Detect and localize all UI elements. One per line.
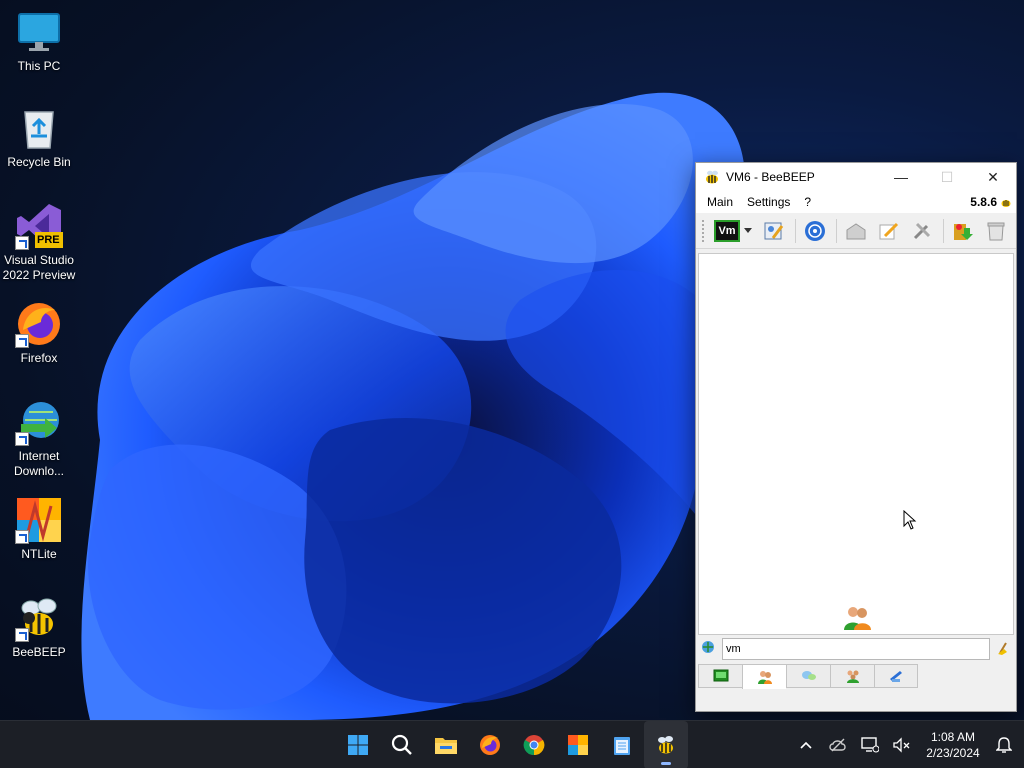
ntlite-icon[interactable] [556,721,600,768]
monitor-icon [15,8,63,56]
users-tab-icon[interactable] [742,664,786,689]
desktop-icon-beebeep[interactable]: BeeBEEP [2,594,76,660]
mouse-cursor-icon [903,510,917,530]
desktop-icon-visual-studio[interactable]: PRE Visual Studio 2022 Preview [2,202,76,283]
network-status-icon [700,639,716,659]
bottom-tab-bar [698,664,918,689]
desktop-icon-label: NTLite [21,547,57,561]
desktop-icon-internet-download-manager[interactable]: Internet Downlo... [2,398,76,479]
edit-profile-icon[interactable] [760,217,788,245]
taskbar-apps [336,721,688,768]
network-status-tray-icon[interactable] [854,737,886,753]
shares-tab-icon[interactable] [874,664,918,688]
desktop-icon-label: Recycle Bin [7,155,71,169]
shortcut-arrow-icon [15,432,29,446]
firefox-icon[interactable] [468,721,512,768]
clear-search-icon[interactable] [996,639,1012,659]
status-button[interactable]: Vm [714,219,740,242]
start-icon[interactable] [336,721,380,768]
onedrive-offline-icon[interactable] [822,738,854,752]
volume-muted-icon[interactable] [886,737,918,753]
desktop-icon-this-pc[interactable]: This PC [2,8,76,74]
close-button[interactable]: ✕ [970,163,1016,191]
groups-tab-icon[interactable] [830,664,874,688]
shortcut-arrow-icon [15,334,29,348]
clock-time: 1:08 AM [930,730,976,744]
search-row [696,637,1016,661]
version-text: 5.8.6 [970,195,997,209]
clock-date: 2/23/2024 [926,746,980,760]
chevron-up-icon[interactable] [790,741,822,749]
search-icon[interactable] [380,721,424,768]
minimize-button[interactable]: — [878,163,924,191]
notification-bell-icon[interactable] [988,736,1020,754]
network-icon[interactable] [801,217,829,245]
visual-studio-icon: PRE [15,202,63,250]
search-input[interactable] [722,638,990,660]
beebeep-icon[interactable] [644,721,688,768]
users-icon [842,605,872,635]
menu-settings[interactable]: Settings [740,195,797,209]
system-tray: 1:08 AM 2/23/2024 [790,721,1024,768]
desktop-icon-ntlite[interactable]: NTLite [2,496,76,562]
preview-badge: PRE [37,234,60,246]
window-titlebar[interactable]: VM6 - BeeBEEP — ☐ ✕ [696,163,1016,191]
desktop-icon-firefox[interactable]: Firefox [2,300,76,366]
chats-tab-icon[interactable] [786,664,830,688]
window-title: VM6 - BeeBEEP [726,170,815,184]
desktop-icon-label: BeeBEEP [12,645,66,659]
chevron-down-icon[interactable] [744,228,752,233]
tools-icon[interactable] [908,217,936,245]
beebeep-small-icon [1001,200,1011,207]
chrome-icon[interactable] [512,721,556,768]
screen-tab-icon[interactable] [698,664,742,688]
desktop-icon-label: Internet Downlo... [13,449,65,478]
firefox-icon [15,300,63,348]
file-explorer-icon[interactable] [424,721,468,768]
update-icon[interactable] [949,217,977,245]
version-label: 5.8.6 [970,195,1012,209]
desktop-icon-label: This PC [17,59,61,73]
internet-download-manager-icon [15,398,63,446]
message-icon[interactable] [842,217,870,245]
desktop-icon-label: Firefox [20,351,58,365]
main-toolbar: Vm [696,213,1016,249]
beebeep-app-icon [704,169,720,185]
taskbar-clock[interactable]: 1:08 AM 2/23/2024 [918,729,988,761]
menu-main[interactable]: Main [700,195,740,209]
desktop-icon-label: Visual Studio 2022 Preview [2,253,76,282]
beebeep-window[interactable]: VM6 - BeeBEEP — ☐ ✕ Main Settings ? 5.8.… [695,162,1017,712]
trash-icon[interactable] [982,217,1010,245]
taskbar: 1:08 AM 2/23/2024 [0,720,1024,768]
beebeep-icon [15,594,63,642]
recycle-bin-icon [15,104,63,152]
desktop-icon-recycle-bin[interactable]: Recycle Bin [2,104,76,170]
toolbar-grip[interactable] [702,219,706,242]
menu-help[interactable]: ? [797,195,818,209]
user-list-panel[interactable] [698,253,1014,635]
shortcut-arrow-icon [15,530,29,544]
notepad-icon[interactable] [600,721,644,768]
shortcut-arrow-icon [15,236,29,250]
menu-bar: Main Settings ? 5.8.6 [696,191,1016,213]
ntlite-icon [15,496,63,544]
shortcut-arrow-icon [15,628,29,642]
maximize-button[interactable]: ☐ [924,163,970,191]
pencil-icon[interactable] [875,217,903,245]
